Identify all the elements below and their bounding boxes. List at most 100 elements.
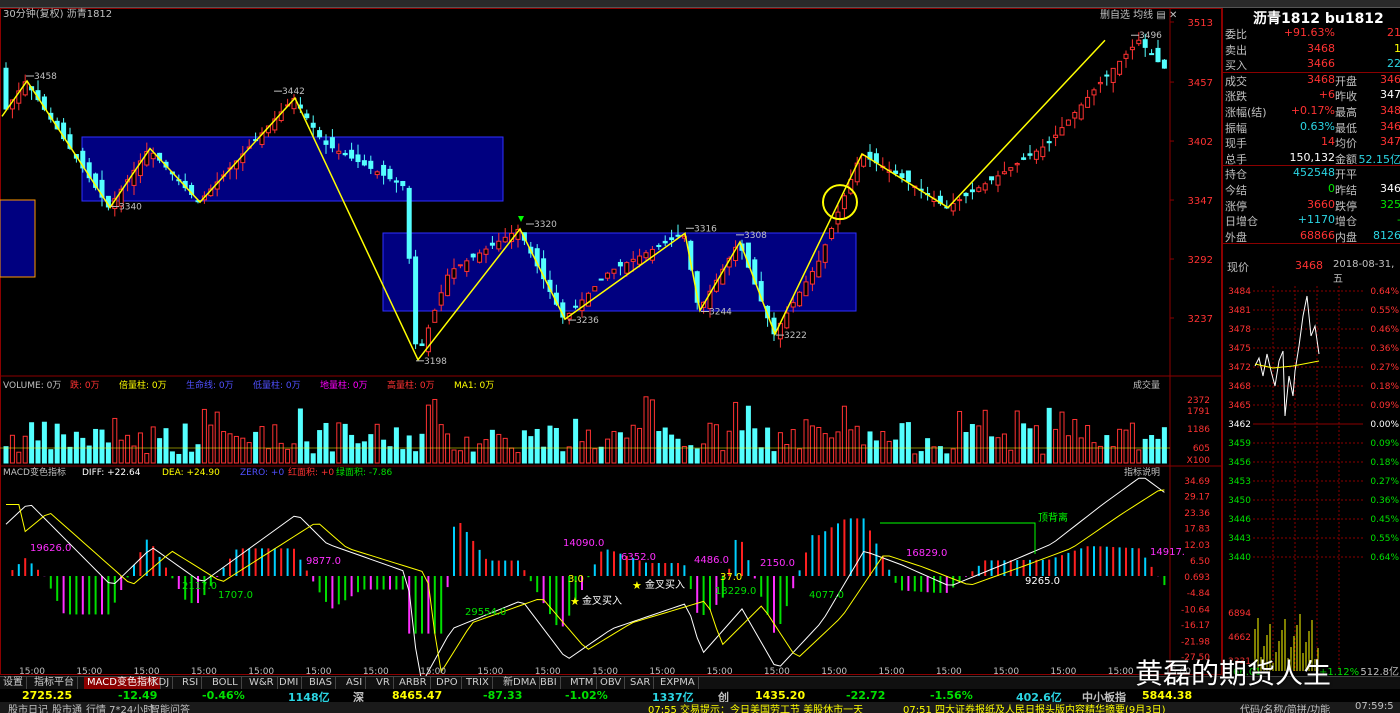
- price-annotation: 3198: [424, 357, 447, 367]
- volume-bar: [758, 447, 764, 464]
- volume-bar: [566, 446, 572, 464]
- candle-body: [470, 253, 476, 258]
- volume-bar: [169, 451, 175, 464]
- candle-body: [1161, 59, 1167, 69]
- volume-bar: [93, 428, 99, 464]
- volume-bar: [1059, 411, 1065, 464]
- candle-body: [393, 180, 399, 183]
- volume-bar: [502, 437, 508, 464]
- top-toolbar: [0, 0, 1400, 8]
- time-axis-label: 15:00: [535, 667, 561, 676]
- macd-header-red-area: 红面积: +0: [288, 466, 334, 478]
- macd-axis-label: 6.50: [1190, 557, 1210, 567]
- time-axis-label: 15:00: [306, 667, 332, 676]
- price-annotation: 3236: [576, 316, 599, 326]
- time-axis-label: 15:00: [592, 667, 618, 676]
- volume-bar: [201, 408, 207, 464]
- kline-chart-panel[interactable]: 30分钟(复权) 沥青1812 删自选 均线 ▤ ✕ 3513 3457 3402 334…: [0, 8, 1222, 676]
- candle-body: [637, 255, 643, 265]
- candle-body: [784, 312, 790, 329]
- volume-bar: [61, 434, 67, 464]
- quote-l2: 最低: [1335, 121, 1357, 135]
- volume-bar: [624, 437, 630, 464]
- quote-row: 涨跌 +6 昨收 347: [1223, 88, 1400, 103]
- status-bar-item[interactable]: 智能问答: [150, 702, 190, 713]
- volume-bar: [803, 419, 809, 464]
- divergence-marker-line: [880, 522, 1036, 554]
- quote-v1: +6: [1318, 88, 1335, 102]
- mini-volume-label: 4662: [1228, 633, 1251, 643]
- index-ticker-value: -1.02%: [565, 689, 608, 702]
- volume-bar: [707, 422, 713, 464]
- volume-bar: [112, 417, 118, 464]
- candle-body: [624, 262, 630, 274]
- quote-v2: 1: [1394, 41, 1400, 55]
- quote-v2: 347: [1380, 88, 1400, 102]
- volume-bar: [125, 434, 131, 464]
- quote-v1: 0.63%: [1300, 119, 1335, 133]
- volume-bar: [739, 430, 745, 464]
- candle-body: [841, 195, 847, 210]
- volume-bar: [240, 437, 246, 464]
- status-bar-item[interactable]: 行情 7*24小时: [86, 702, 153, 713]
- status-bar-item[interactable]: 代码/名称/简拼/功能: [1240, 702, 1330, 713]
- candle-body: [1091, 89, 1097, 96]
- volume-bar: [67, 446, 73, 464]
- status-bar-item[interactable]: 股市日记: [8, 702, 48, 713]
- quote-v1: +0.17%: [1290, 104, 1335, 117]
- macd-axis-label: 34.69: [1184, 477, 1210, 487]
- status-bar-item: 07:59:5: [1355, 702, 1394, 712]
- price-annotation: 3316: [694, 224, 717, 234]
- volume-bar: [233, 435, 239, 464]
- macd-header-zero: ZERO: +0: [240, 468, 284, 478]
- volume-bar: [873, 440, 879, 464]
- quote-l2: 金额: [1335, 152, 1357, 166]
- candle-body: [605, 272, 611, 279]
- status-bar-item[interactable]: 股市通: [52, 702, 82, 713]
- candle-body: [957, 199, 963, 202]
- volume-bar: [605, 438, 611, 464]
- volume-bar: [1136, 449, 1142, 464]
- index-ticker-value: 2725.25: [22, 689, 73, 702]
- price-axis-label: 3292: [1188, 255, 1213, 266]
- volume-bar: [1149, 435, 1155, 464]
- candle-body: [1110, 67, 1116, 83]
- mini-price-label: 3462: [1228, 420, 1251, 430]
- price-annotation: 3308: [744, 231, 767, 241]
- consolidation-box-left: [0, 199, 36, 278]
- volume-bar: [272, 424, 278, 464]
- candle-body: [592, 286, 598, 292]
- macd-annotation: 9877.0: [306, 556, 341, 567]
- volume-bar: [1014, 410, 1020, 464]
- volume-bar: [35, 440, 41, 464]
- volume-bar: [86, 445, 92, 464]
- quote-v2: 8126: [1373, 228, 1400, 242]
- volume-bar: [925, 438, 931, 464]
- volume-bar: [509, 447, 515, 464]
- volume-bar: [937, 446, 943, 464]
- candle-body: [1008, 167, 1014, 171]
- index-ticker-value: -22.72: [846, 689, 886, 702]
- volume-bar: [265, 448, 271, 464]
- candle-body: [969, 189, 975, 193]
- candle-body: [3, 67, 9, 110]
- volume-bar: [477, 443, 483, 464]
- volume-header-item: 地量柱: 0万: [320, 379, 368, 391]
- macd-axis-label: -4.84: [1187, 589, 1211, 599]
- volume-bar: [886, 440, 892, 464]
- volume-bar: [515, 452, 521, 464]
- volume-bar: [797, 448, 803, 464]
- volume-bar: [854, 425, 860, 464]
- volume-bar: [809, 425, 815, 464]
- volume-bar: [905, 422, 911, 464]
- candle-body: [905, 170, 911, 183]
- mini-pct-label: 0.00%: [1370, 420, 1399, 430]
- quote-row: 日增仓+1170增仓-: [1223, 213, 1400, 228]
- candle-body: [861, 154, 867, 167]
- gold-cross-star-icon: ★: [570, 595, 580, 608]
- candle-body: [413, 256, 419, 345]
- volume-bar: [144, 453, 150, 464]
- quote-row: 总手 150,132 金额 52.15亿: [1223, 151, 1400, 166]
- volume-bar: [1123, 429, 1129, 464]
- volume-bar: [643, 396, 649, 464]
